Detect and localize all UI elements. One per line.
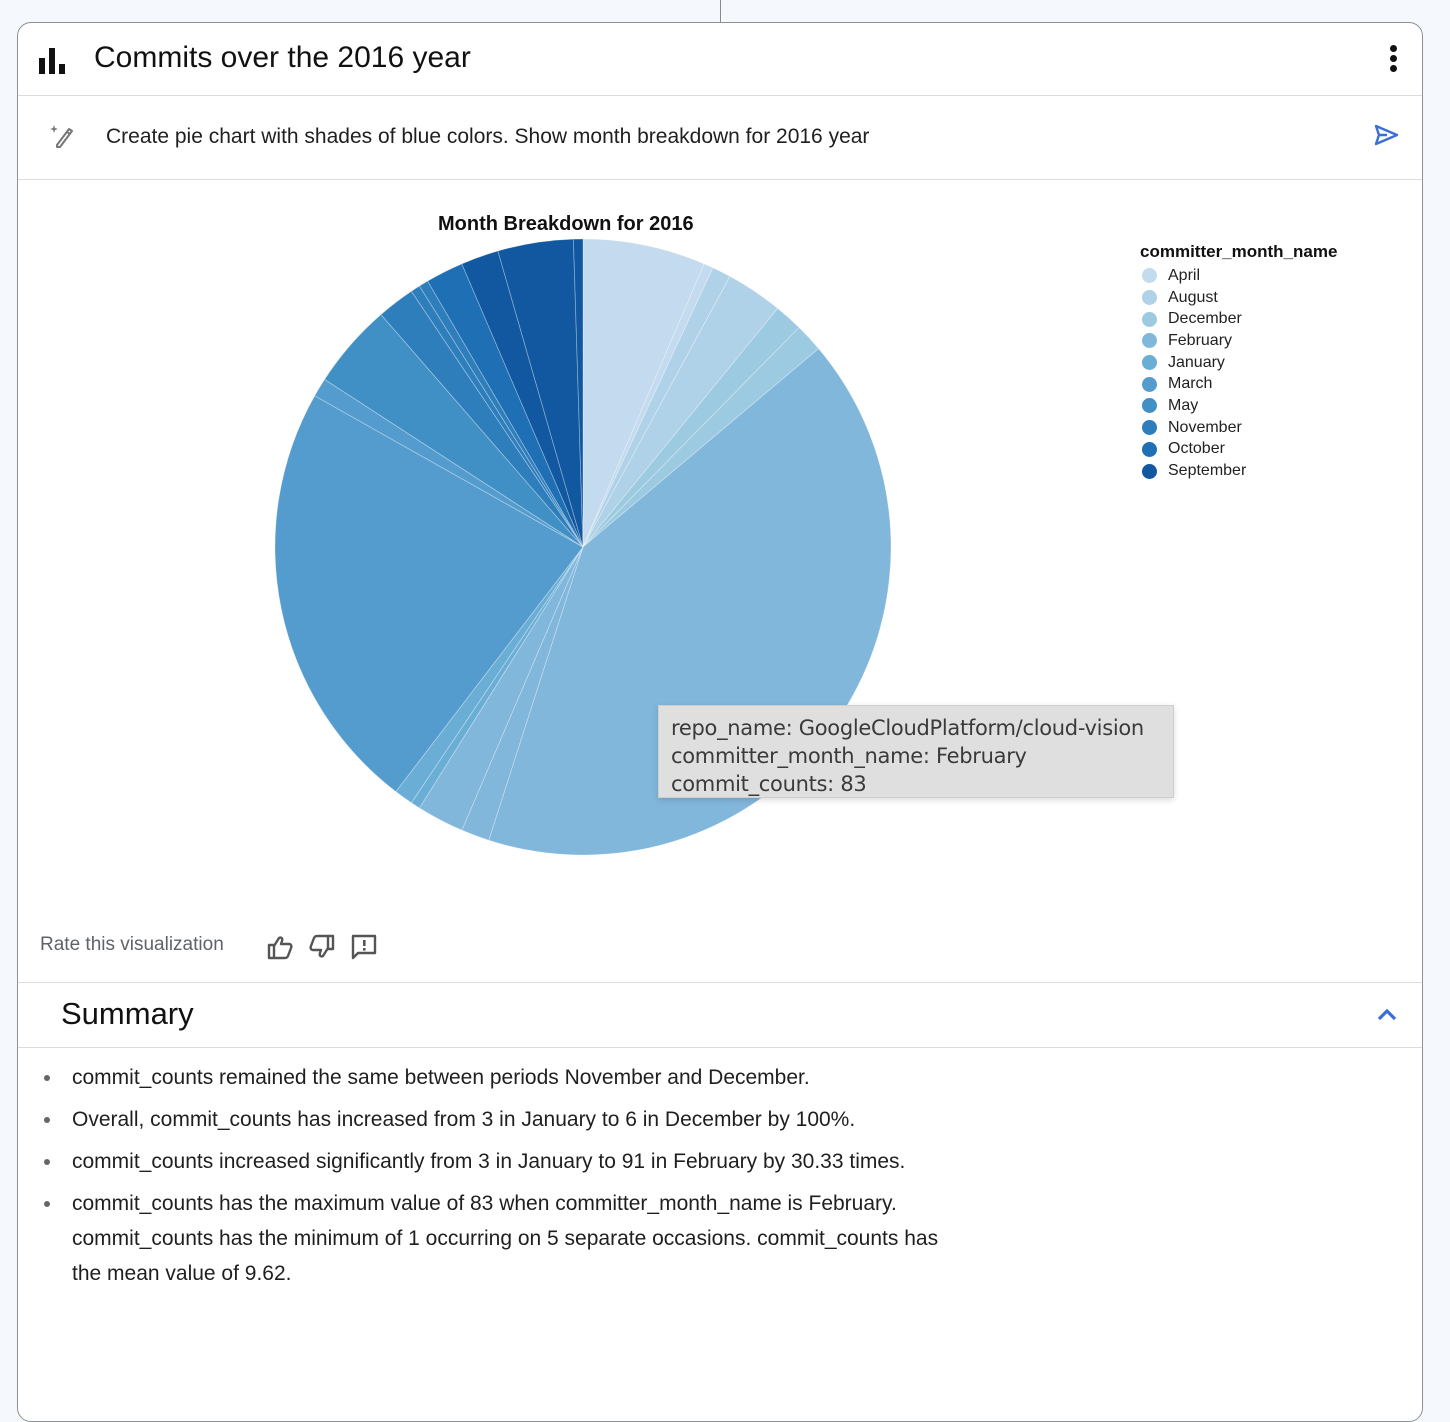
legend-item-april[interactable]: April xyxy=(1140,265,1337,287)
card-header: Commits over the 2016 year xyxy=(18,23,1422,96)
legend-label: November xyxy=(1168,418,1242,436)
legend-swatch xyxy=(1142,290,1157,306)
summary-header[interactable]: Summary xyxy=(18,983,1422,1048)
legend-label: May xyxy=(1168,396,1199,414)
feedback-icon[interactable] xyxy=(350,933,378,961)
legend-swatch xyxy=(1142,441,1157,457)
magic-wand-icon xyxy=(50,125,73,148)
legend-item-january[interactable]: January xyxy=(1140,352,1337,374)
thumb-down-icon[interactable] xyxy=(308,933,336,961)
summary-title: Summary xyxy=(61,996,194,1031)
legend-label: September xyxy=(1168,462,1247,480)
card-title: Commits over the 2016 year xyxy=(94,41,471,74)
tooltip-line: repo_name: GoogleCloudPlatform/cloud-vis… xyxy=(671,716,1144,740)
summary-item: commit_counts has the maximum value of 8… xyxy=(44,1186,972,1291)
summary-list: commit_counts remained the same between … xyxy=(40,1060,972,1298)
send-button[interactable] xyxy=(1372,121,1400,149)
legend: committer_month_name April August December… xyxy=(1140,242,1337,482)
chevron-up-icon[interactable] xyxy=(1376,1005,1398,1025)
prompt-text[interactable]: Create pie chart with shades of blue col… xyxy=(106,125,869,149)
thumb-up-icon[interactable] xyxy=(266,933,294,961)
legend-item-december[interactable]: December xyxy=(1140,308,1337,330)
legend-label: February xyxy=(1168,331,1233,349)
legend-label: March xyxy=(1168,375,1213,393)
prompt-row: Create pie chart with shades of blue col… xyxy=(18,95,1422,180)
legend-label: December xyxy=(1168,310,1242,328)
summary-item: commit_counts increased significantly fr… xyxy=(44,1144,972,1179)
legend-swatch xyxy=(1142,268,1157,284)
legend-swatch xyxy=(1142,311,1157,327)
tooltip-line: committer_month_name: February xyxy=(671,744,1027,768)
legend-swatch xyxy=(1142,463,1157,479)
chart-tooltip: repo_name: GoogleCloudPlatform/cloud-vis… xyxy=(658,705,1174,798)
summary-item: Overall, commit_counts has increased fro… xyxy=(44,1102,972,1137)
rating-row: Rate this visualization xyxy=(18,900,1422,983)
summary-item: commit_counts remained the same between … xyxy=(44,1060,972,1095)
more-vert-icon xyxy=(1390,45,1397,52)
legend-swatch xyxy=(1142,333,1157,349)
legend-item-march[interactable]: March xyxy=(1140,373,1337,395)
legend-label: January xyxy=(1168,353,1225,371)
legend-item-september[interactable]: September xyxy=(1140,460,1337,482)
legend-swatch xyxy=(1142,398,1157,414)
more-options-button[interactable] xyxy=(1390,45,1398,73)
bar-chart-icon xyxy=(39,48,65,74)
top-divider xyxy=(720,0,721,22)
legend-item-october[interactable]: October xyxy=(1140,439,1337,461)
rating-label: Rate this visualization xyxy=(40,934,224,955)
legend-swatch xyxy=(1142,355,1157,371)
legend-item-may[interactable]: May xyxy=(1140,395,1337,417)
legend-swatch xyxy=(1142,376,1157,392)
legend-label: October xyxy=(1168,440,1225,458)
legend-label: April xyxy=(1168,266,1201,284)
tooltip-line: commit_counts: 83 xyxy=(671,772,867,796)
legend-item-february[interactable]: February xyxy=(1140,330,1337,352)
legend-item-november[interactable]: November xyxy=(1140,417,1337,439)
legend-label: August xyxy=(1168,288,1218,306)
legend-title: committer_month_name xyxy=(1140,242,1338,261)
legend-swatch xyxy=(1142,420,1157,436)
chart-area: Month Breakdown for 2016 committer_month… xyxy=(18,180,1422,900)
legend-item-august[interactable]: August xyxy=(1140,287,1337,309)
